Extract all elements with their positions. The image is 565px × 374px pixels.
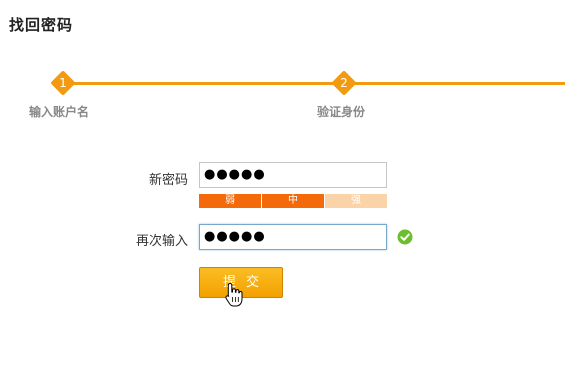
step-1-label: 输入账户名 — [29, 105, 90, 119]
check-circle-icon — [397, 229, 413, 245]
step-2-number: 2 — [340, 76, 348, 90]
step-progress-line — [56, 82, 565, 85]
strength-strong: 强 — [325, 194, 387, 208]
confirm-password-input[interactable]: ●●●●● — [199, 224, 387, 250]
submit-button[interactable]: 提交 — [199, 267, 283, 298]
strength-medium: 中 — [262, 194, 324, 208]
find-password-page: 找回密码 1 输入账户名 2 验证身份 新密码 ●●●●● 弱 中 强 再次输入… — [0, 0, 565, 374]
step-1-number: 1 — [59, 76, 67, 90]
step-2-label: 验证身份 — [317, 105, 366, 119]
new-password-input[interactable]: ●●●●● — [199, 162, 387, 188]
strength-weak: 弱 — [199, 194, 261, 208]
confirm-password-label: 再次输入 — [135, 234, 188, 249]
page-title: 找回密码 — [9, 16, 74, 34]
password-strength-meter: 弱 中 强 — [199, 194, 387, 208]
new-password-label: 新密码 — [148, 173, 188, 188]
